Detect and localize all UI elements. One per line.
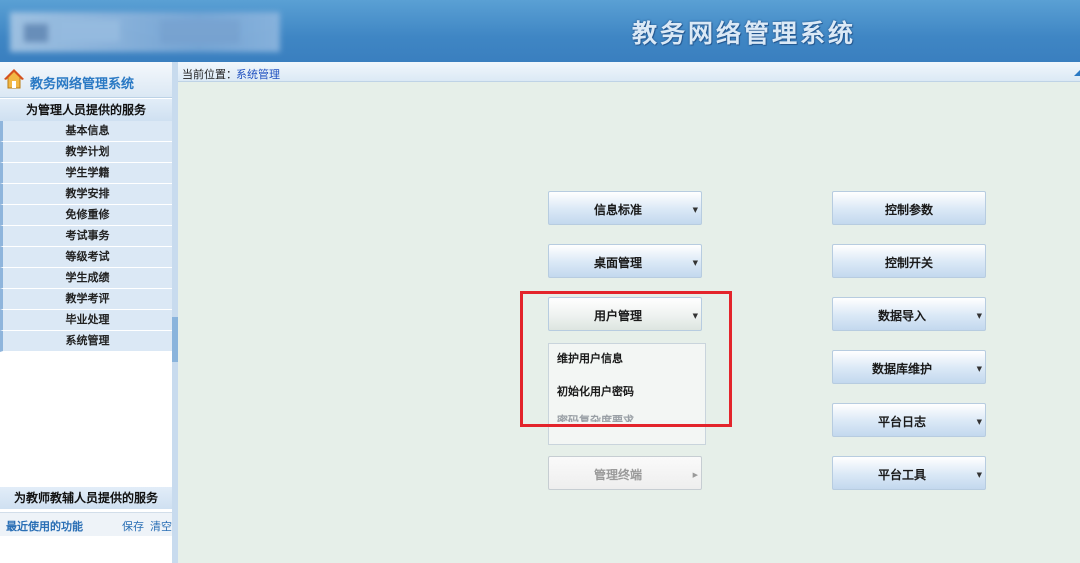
dropdown-arrow-icon: ▼ bbox=[976, 471, 982, 479]
platform-log-label: 平台日志 bbox=[877, 415, 926, 429]
platform-tools-button[interactable]: 平台工具 ▼ bbox=[832, 456, 986, 490]
sidebar-item-exam-affairs[interactable]: 考试事务 bbox=[0, 226, 172, 247]
admin-section-header: 为管理人员提供的服务 bbox=[0, 99, 172, 121]
recent-functions-bar: 最近使用的功能 保存 清空 bbox=[0, 512, 172, 536]
blurred-logo bbox=[10, 12, 280, 52]
breadcrumb-label: 当前位置： bbox=[182, 68, 237, 81]
sidebar-item-graduation[interactable]: 毕业处理 bbox=[0, 310, 172, 331]
dropdown-arrow-icon: ▼ bbox=[692, 206, 698, 214]
info-standard-button[interactable]: 信息标准 ▼ bbox=[548, 191, 702, 225]
collapse-handle[interactable] bbox=[172, 317, 178, 362]
platform-log-button[interactable]: 平台日志 ▼ bbox=[832, 403, 986, 437]
sidebar-item-student-status[interactable]: 学生学籍 bbox=[0, 163, 172, 184]
desktop-management-label: 桌面管理 bbox=[593, 256, 642, 270]
sidebar-item-teaching-evaluation[interactable]: 教学考评 bbox=[0, 289, 172, 310]
management-terminal-button[interactable]: 管理终端 ▶ bbox=[548, 456, 702, 490]
sidebar-item-teaching-plan[interactable]: 教学计划 bbox=[0, 142, 172, 163]
system-title: 教务网络管理系统 bbox=[632, 19, 857, 48]
menu-item-password-complexity[interactable]: 密码复杂度要求 bbox=[557, 414, 634, 422]
sidebar-item-student-grades[interactable]: 学生成绩 bbox=[0, 268, 172, 289]
sidebar: 教务网络管理系统 为管理人员提供的服务 基本信息 教学计划 学生学籍 教学安排 … bbox=[0, 62, 172, 563]
database-maintenance-label: 数据库维护 bbox=[871, 362, 932, 376]
clear-link[interactable]: 清空 bbox=[150, 518, 172, 534]
recent-functions-label[interactable]: 最近使用的功能 bbox=[6, 518, 83, 534]
platform-tools-label: 平台工具 bbox=[877, 468, 926, 482]
control-switch-label: 控制开关 bbox=[884, 256, 933, 270]
sidebar-item-exemption-retake[interactable]: 免修重修 bbox=[0, 205, 172, 226]
top-header: 教务网络管理系统 bbox=[0, 0, 1080, 62]
sidebar-item-system-management[interactable]: 系统管理 bbox=[0, 331, 172, 352]
corner-marker-icon bbox=[1074, 70, 1080, 76]
home-icon bbox=[4, 69, 24, 89]
data-import-label: 数据导入 bbox=[877, 309, 926, 323]
sidebar-brand-label: 教务网络管理系统 bbox=[30, 77, 135, 92]
sidebar-splitter[interactable] bbox=[172, 62, 178, 563]
management-terminal-label: 管理终端 bbox=[593, 468, 642, 482]
breadcrumb: 当前位置： 系统管理 bbox=[178, 62, 1080, 82]
control-switch-button[interactable]: 控制开关 bbox=[832, 244, 986, 278]
sidebar-brand: 教务网络管理系统 bbox=[0, 62, 172, 98]
save-link[interactable]: 保存 bbox=[122, 518, 144, 534]
dropdown-arrow-icon: ▼ bbox=[692, 259, 698, 267]
dropdown-arrow-icon: ▼ bbox=[692, 312, 698, 320]
menu-item-reset-user-password[interactable]: 初始化用户密码 bbox=[557, 383, 634, 399]
control-params-label: 控制参数 bbox=[884, 203, 933, 217]
control-params-button[interactable]: 控制参数 bbox=[832, 191, 986, 225]
dropdown-arrow-icon: ▼ bbox=[976, 365, 982, 373]
sidebar-item-level-exam[interactable]: 等级考试 bbox=[0, 247, 172, 268]
user-management-label: 用户管理 bbox=[593, 309, 642, 323]
desktop-management-button[interactable]: 桌面管理 ▼ bbox=[548, 244, 702, 278]
database-maintenance-button[interactable]: 数据库维护 ▼ bbox=[832, 350, 986, 384]
user-management-button[interactable]: 用户管理 ▼ bbox=[548, 297, 702, 331]
info-standard-label: 信息标准 bbox=[593, 203, 642, 217]
dropdown-arrow-icon: ▼ bbox=[976, 312, 982, 320]
teacher-section-header[interactable]: 为教师教辅人员提供的服务 bbox=[0, 487, 172, 509]
user-management-menu: 维护用户信息 初始化用户密码 密码复杂度要求 bbox=[548, 343, 706, 445]
breadcrumb-current-link[interactable]: 系统管理 bbox=[236, 66, 280, 82]
menu-item-maintain-user-info[interactable]: 维护用户信息 bbox=[557, 350, 623, 366]
sidebar-item-teaching-arrangement[interactable]: 教学安排 bbox=[0, 184, 172, 205]
submenu-arrow-icon: ▶ bbox=[692, 471, 698, 479]
dropdown-arrow-icon: ▼ bbox=[976, 418, 982, 426]
data-import-button[interactable]: 数据导入 ▼ bbox=[832, 297, 986, 331]
sidebar-item-basic-info[interactable]: 基本信息 bbox=[0, 121, 172, 142]
